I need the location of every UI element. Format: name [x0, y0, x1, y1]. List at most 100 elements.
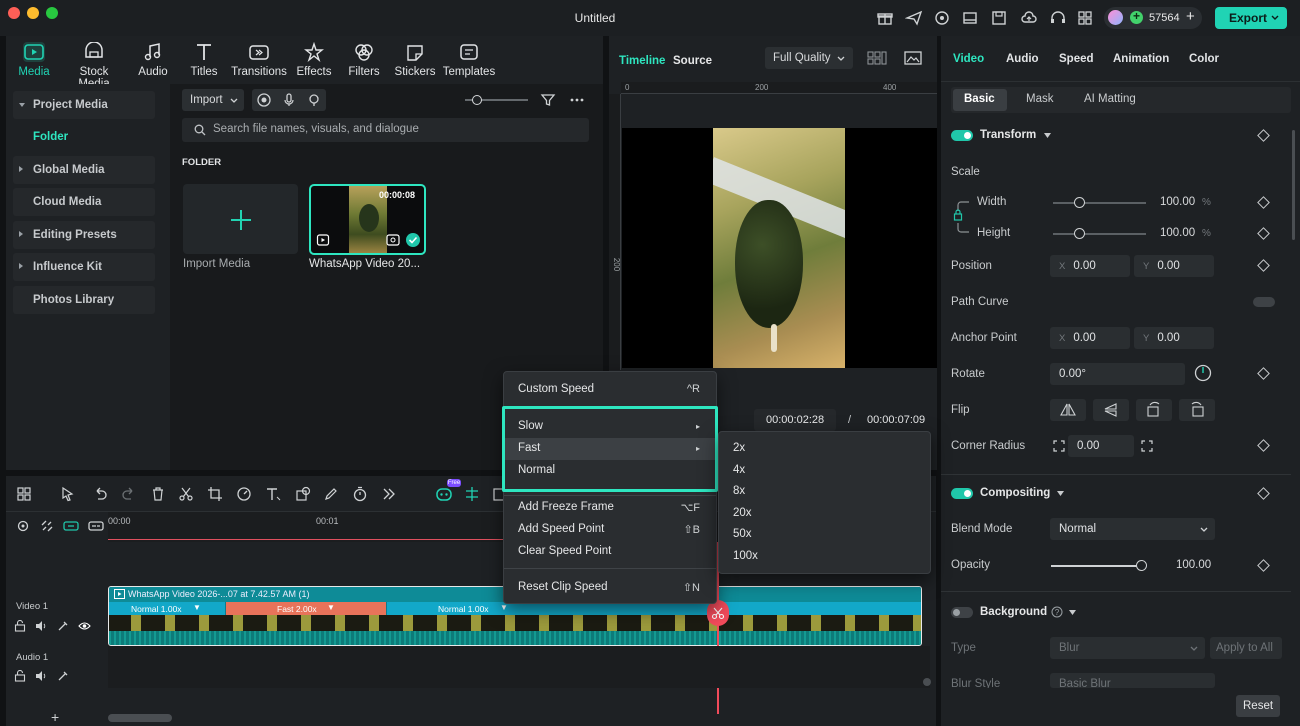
- menu-item-clear-speed-point[interactable]: Clear Speed Point: [504, 541, 716, 563]
- track-audio-icon[interactable]: [35, 670, 47, 682]
- position-y-field[interactable]: Y 0.00: [1134, 255, 1214, 277]
- chevron-down-icon[interactable]: [1271, 15, 1279, 21]
- ai-copilot-icon[interactable]: [436, 486, 452, 502]
- tab-source[interactable]: Source: [673, 55, 712, 67]
- caret-down-icon[interactable]: [1044, 133, 1051, 138]
- layout-grid-icon[interactable]: [16, 486, 32, 502]
- shape-mask-icon[interactable]: [295, 486, 311, 502]
- support-headset-icon[interactable]: [1049, 9, 1067, 27]
- sidebar-item-global-media[interactable]: Global Media: [13, 156, 155, 184]
- search-input[interactable]: Search file names, visuals, and dialogue: [182, 118, 589, 142]
- tab-color[interactable]: Color: [1189, 53, 1219, 65]
- caret-down-icon[interactable]: [1057, 491, 1064, 496]
- submenu-item-8x[interactable]: 8x: [719, 481, 930, 503]
- rotate-field[interactable]: 0.00°: [1050, 363, 1185, 385]
- record-screen-icon[interactable]: [256, 92, 272, 108]
- speed-segment-fast[interactable]: Fast 2.00x ▼: [226, 602, 386, 615]
- undo-icon[interactable]: [92, 486, 108, 502]
- unlink-icon[interactable]: [40, 519, 54, 533]
- lock-ratio-icon[interactable]: [953, 195, 971, 239]
- speed-icon[interactable]: [236, 486, 252, 502]
- tab-templates[interactable]: Templates: [439, 42, 499, 78]
- redo-icon[interactable]: [121, 486, 137, 502]
- sidebar-item-photos-library[interactable]: Photos Library: [13, 286, 155, 314]
- delete-icon[interactable]: [150, 486, 166, 502]
- rotate-right-button[interactable]: [1179, 399, 1215, 421]
- tab-timeline[interactable]: Timeline: [619, 55, 665, 67]
- add-credits-icon[interactable]: +: [1186, 8, 1195, 25]
- flip-horizontal-button[interactable]: [1050, 399, 1086, 421]
- sidebar-item-project-media[interactable]: Project Media: [13, 91, 155, 119]
- opacity-slider[interactable]: [1051, 565, 1141, 567]
- tab-stock-media[interactable]: Stock Media: [64, 42, 124, 90]
- anchor-x-field[interactable]: X 0.00: [1050, 327, 1130, 349]
- sidebar-item-editing-presets[interactable]: Editing Presets: [13, 221, 155, 249]
- sidebar-item-folder[interactable]: Folder: [33, 131, 68, 143]
- avatar[interactable]: [1108, 10, 1123, 25]
- submenu-item-50x[interactable]: 50x: [719, 524, 930, 546]
- width-slider[interactable]: [1053, 202, 1146, 204]
- height-slider[interactable]: [1053, 233, 1146, 235]
- speed-segment-normal[interactable]: Normal 1.00x ▼: [109, 602, 225, 615]
- rotate-left-button[interactable]: [1136, 399, 1172, 421]
- more-options-icon[interactable]: [569, 92, 585, 108]
- background-toggle[interactable]: [951, 607, 973, 618]
- submenu-item-20x[interactable]: 20x: [719, 503, 930, 525]
- width-value[interactable]: 100.00: [1160, 196, 1195, 208]
- tab-titles[interactable]: Titles: [174, 42, 234, 78]
- voice-icon[interactable]: [306, 92, 322, 108]
- track-effects-icon[interactable]: [57, 620, 69, 632]
- subtab-ai-matting[interactable]: AI Matting: [1084, 93, 1136, 105]
- more-tools-icon[interactable]: [381, 486, 397, 502]
- height-slider-thumb[interactable]: [1073, 228, 1085, 239]
- tab-video[interactable]: Video: [953, 53, 984, 65]
- transform-toggle[interactable]: [951, 130, 973, 141]
- timeline-settings-icon[interactable]: [16, 519, 30, 533]
- subtab-basic[interactable]: Basic: [964, 93, 995, 105]
- snapshot-image-icon[interactable]: [904, 50, 922, 66]
- track-lock-icon[interactable]: [14, 670, 26, 682]
- reset-button[interactable]: Reset: [1236, 695, 1280, 717]
- add-track-icon[interactable]: +: [51, 709, 59, 725]
- tab-stickers[interactable]: Stickers: [385, 42, 445, 78]
- submenu-item-4x[interactable]: 4x: [719, 460, 930, 482]
- current-time-display[interactable]: 00:00:02:28: [754, 409, 836, 431]
- audio-track-lane[interactable]: [108, 646, 930, 688]
- properties-scrollbar[interactable]: [1292, 130, 1295, 240]
- tab-transitions[interactable]: Transitions: [229, 42, 289, 78]
- menu-item-custom-speed[interactable]: Custom Speed ^R: [504, 379, 716, 401]
- caption-track-icon[interactable]: [88, 519, 104, 533]
- filter-icon[interactable]: [540, 92, 556, 108]
- smart-cutout-icon[interactable]: [464, 486, 480, 502]
- credits-badge[interactable]: + 57564 +: [1104, 7, 1202, 29]
- menu-item-add-freeze-frame[interactable]: Add Freeze Frame ⌥F: [504, 497, 716, 519]
- submenu-item-2x[interactable]: 2x: [719, 438, 930, 460]
- magnet-snap-icon[interactable]: [63, 519, 79, 533]
- import-dropdown[interactable]: Import: [182, 89, 244, 111]
- track-effects-icon[interactable]: [57, 670, 69, 682]
- path-curve-toggle[interactable]: [1253, 297, 1275, 307]
- microphone-icon[interactable]: [281, 92, 297, 108]
- sidebar-item-cloud-media[interactable]: Cloud Media: [13, 188, 155, 216]
- segment-caret-icon[interactable]: ▼: [327, 603, 335, 612]
- segment-caret-icon[interactable]: ▼: [193, 603, 201, 612]
- menu-item-reset-clip-speed[interactable]: Reset Clip Speed ⇧N: [504, 577, 716, 599]
- cloud-upload-icon[interactable]: [1020, 9, 1038, 27]
- opacity-slider-thumb[interactable]: [1135, 560, 1147, 571]
- timeline-horizontal-scrollbar[interactable]: [108, 714, 172, 722]
- track-lock-icon[interactable]: [14, 620, 26, 632]
- corner-radius-individual-icon[interactable]: [1141, 440, 1153, 452]
- text-tool-icon[interactable]: [265, 486, 281, 502]
- import-media-tile[interactable]: [183, 184, 298, 254]
- save-icon[interactable]: [990, 9, 1008, 27]
- track-audio-icon[interactable]: [35, 620, 47, 632]
- track-visibility-icon[interactable]: [78, 620, 91, 632]
- sidebar-item-influence-kit[interactable]: Influence Kit: [13, 253, 155, 281]
- crop-icon[interactable]: [207, 486, 223, 502]
- menu-grid-icon[interactable]: [1076, 9, 1094, 27]
- quality-dropdown[interactable]: Full Quality: [765, 47, 853, 69]
- blur-style-dropdown[interactable]: Basic Blur: [1050, 673, 1215, 688]
- caret-down-icon[interactable]: [1069, 610, 1076, 615]
- tab-animation[interactable]: Animation: [1113, 53, 1169, 65]
- submenu-item-100x[interactable]: 100x: [719, 546, 930, 568]
